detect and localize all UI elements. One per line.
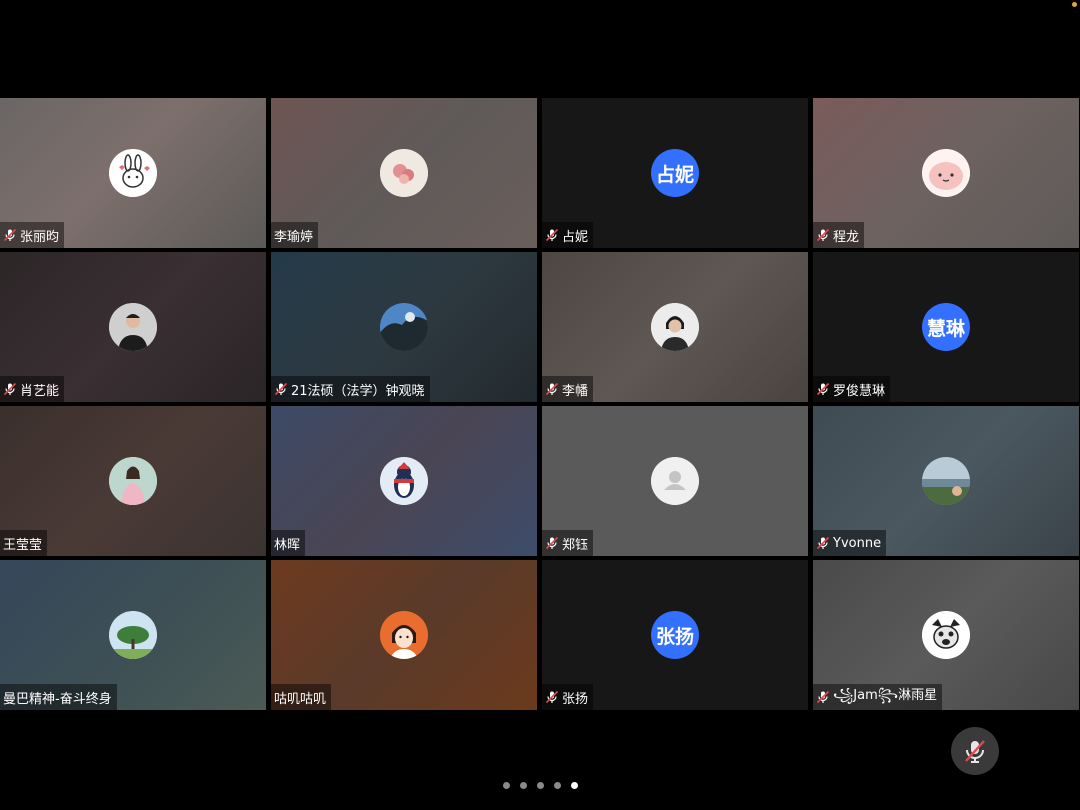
participant-tile[interactable]: 李瑜婷 <box>271 98 537 248</box>
participant-name: 王莹莹 <box>3 537 43 553</box>
penguin-icon <box>380 457 428 505</box>
mic-muted-icon <box>816 382 830 396</box>
participant-name-tag: 罗俊慧琳 <box>813 376 891 402</box>
status-indicator <box>1072 2 1077 7</box>
participant-name-tag: 咕叽咕叽 <box>271 684 332 710</box>
participant-tile[interactable]: ꧁Jam꧂淋雨星 <box>813 560 1079 710</box>
page-dot[interactable] <box>502 782 510 789</box>
video-grid: 张丽昀 李瑜婷 占妮 占妮 程龙 肖艺能 21法硕（法学）钟观晓 李幡 慧琳 罗… <box>0 98 1080 710</box>
participant-tile[interactable]: 慧琳 罗俊慧琳 <box>813 252 1079 402</box>
participant-name: Yvonne <box>833 535 882 551</box>
participant-name-tag: 李幡 <box>542 376 594 402</box>
participant-name: 林晖 <box>274 537 301 553</box>
participant-name-tag: 郑钰 <box>542 530 594 556</box>
participant-name-tag: 占妮 <box>542 222 594 248</box>
mic-muted-icon <box>274 382 288 396</box>
participant-name: 罗俊慧琳 <box>833 383 886 399</box>
person-photo-icon <box>109 303 157 351</box>
flower-photo-icon <box>380 149 428 197</box>
default-user-icon <box>651 457 699 505</box>
mic-muted-icon <box>545 536 559 550</box>
participant-name: 李幡 <box>562 383 589 399</box>
sea-photo-icon <box>922 457 970 505</box>
mic-muted-icon <box>545 690 559 704</box>
initials-avatar: 张扬 <box>651 611 699 659</box>
participant-tile[interactable]: 占妮 占妮 <box>542 98 808 248</box>
participant-name-tag: ꧁Jam꧂淋雨星 <box>813 684 943 710</box>
participant-name: 李瑜婷 <box>274 229 314 245</box>
participant-tile[interactable]: 曼巴精神-奋斗终身 <box>0 560 266 710</box>
participant-tile[interactable]: 肖艺能 <box>0 252 266 402</box>
mic-muted-icon <box>3 228 17 242</box>
participant-tile[interactable]: 张扬 张扬 <box>542 560 808 710</box>
participant-name-tag: 21法硕（法学）钟观晓 <box>271 376 430 402</box>
participant-name-tag: 林晖 <box>271 530 306 556</box>
participant-name: 肖艺能 <box>20 383 60 399</box>
participant-name-tag: 张扬 <box>542 684 594 710</box>
participant-name-tag: 曼巴精神-奋斗终身 <box>0 684 117 710</box>
participant-name: 程龙 <box>833 229 860 245</box>
mic-muted-icon <box>545 382 559 396</box>
page-dot[interactable] <box>536 782 544 789</box>
mute-microphone-button[interactable] <box>951 727 999 775</box>
mic-muted-icon <box>816 228 830 242</box>
bunny-sticker-icon <box>109 149 157 197</box>
participant-tile[interactable]: Yvonne <box>813 406 1079 556</box>
mic-muted-icon <box>965 740 985 763</box>
mic-muted-icon <box>3 382 17 396</box>
page-dot[interactable] <box>553 782 561 789</box>
mic-muted-icon <box>816 536 830 550</box>
participant-name-tag: Yvonne <box>813 530 887 556</box>
participant-name-tag: 肖艺能 <box>0 376 65 402</box>
participant-name: 21法硕（法学）钟观晓 <box>291 383 425 399</box>
initials-avatar: 慧琳 <box>922 303 970 351</box>
participant-tile[interactable]: 王莹莹 <box>0 406 266 556</box>
participant-name-tag: 王莹莹 <box>0 530 48 556</box>
participant-tile[interactable]: 林晖 <box>271 406 537 556</box>
page-dot-active[interactable] <box>570 782 578 789</box>
participant-name: 张丽昀 <box>20 229 60 245</box>
mic-muted-icon <box>816 690 830 704</box>
participant-tile[interactable]: 程龙 <box>813 98 1079 248</box>
dog-icon <box>922 611 970 659</box>
participant-tile[interactable]: 张丽昀 <box>0 98 266 248</box>
participant-name: 张扬 <box>562 691 589 707</box>
participant-name-tag: 李瑜婷 <box>271 222 319 248</box>
participant-name: 郑钰 <box>562 537 589 553</box>
participant-name: 咕叽咕叽 <box>274 691 327 707</box>
tree-sky-photo-icon <box>380 303 428 351</box>
participant-name: ꧁Jam꧂淋雨星 <box>833 687 938 703</box>
cartoon-girl-icon <box>380 611 428 659</box>
participant-name: 占妮 <box>562 229 589 245</box>
participant-tile[interactable]: 李幡 <box>542 252 808 402</box>
person-photo-icon <box>651 303 699 351</box>
girl-photo-icon <box>109 457 157 505</box>
participant-tile[interactable]: 咕叽咕叽 <box>271 560 537 710</box>
mic-muted-icon <box>545 228 559 242</box>
participant-tile[interactable]: 21法硕（法学）钟观晓 <box>271 252 537 402</box>
pink-cartoon-icon <box>922 149 970 197</box>
page-indicator <box>0 782 1080 789</box>
page-dot[interactable] <box>519 782 527 789</box>
participant-name: 曼巴精神-奋斗终身 <box>3 691 112 707</box>
participant-name-tag: 程龙 <box>813 222 865 248</box>
initials-avatar: 占妮 <box>651 149 699 197</box>
participant-name-tag: 张丽昀 <box>0 222 65 248</box>
participant-tile[interactable]: 郑钰 <box>542 406 808 556</box>
tree-photo-icon <box>109 611 157 659</box>
